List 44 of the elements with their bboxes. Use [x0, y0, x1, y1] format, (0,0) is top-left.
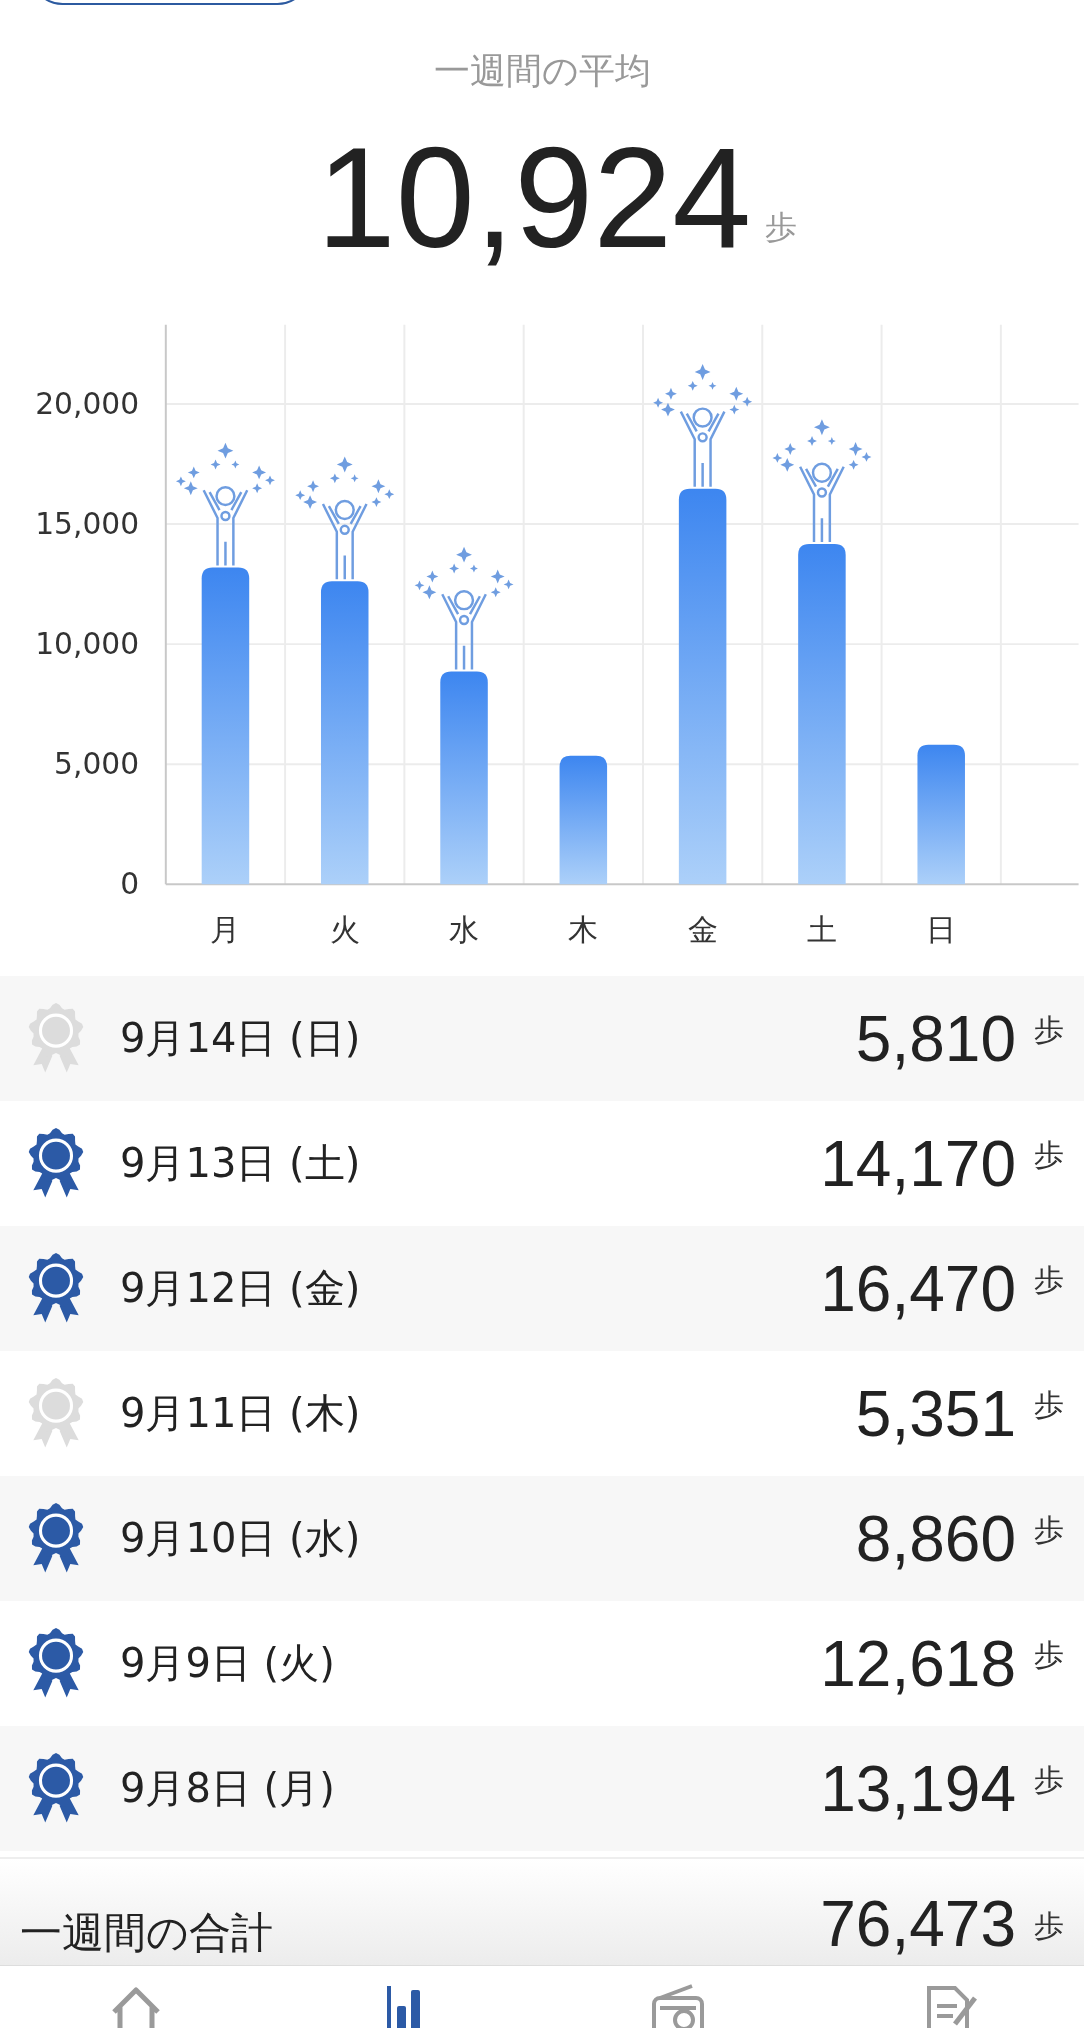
- axis-category-label: 土: [806, 911, 837, 947]
- axis-category-label: 木: [568, 911, 599, 947]
- axis-tick-label: 15,000: [35, 505, 140, 541]
- unit-label: 歩: [1034, 1636, 1064, 1674]
- step-count: 14,170: [820, 1126, 1016, 1201]
- axis-category-label: 水: [449, 911, 480, 947]
- unit-label: 歩: [1034, 1261, 1064, 1299]
- date-label: 9月9日 (火): [120, 1639, 335, 1688]
- date-label: 9月13日 (土): [120, 1139, 361, 1188]
- unit-label: 歩: [1034, 1136, 1064, 1174]
- axis-category-label: 火: [329, 911, 360, 947]
- average-value: 10,924: [316, 122, 752, 272]
- axis-tick-label: 0: [120, 865, 140, 901]
- celebrating-person-icon: [175, 442, 275, 567]
- unit-label: 歩: [1034, 1761, 1064, 1799]
- step-count: 5,351: [855, 1376, 1016, 1451]
- average-label: 一週間の平均: [433, 49, 651, 93]
- step-count: 5,810: [855, 1001, 1016, 1076]
- unit-label: 歩: [765, 206, 798, 248]
- axis-category-label: 月: [210, 911, 241, 947]
- date-label: 9月11日 (木): [120, 1389, 361, 1438]
- celebrating-person-icon: [653, 363, 753, 488]
- unit-label: 歩: [1034, 1011, 1064, 1049]
- total-label: 一週間の合計: [20, 1907, 273, 1959]
- step-count: 16,470: [820, 1251, 1016, 1326]
- axis-tick-label: 10,000: [35, 625, 140, 661]
- step-count: 12,618: [820, 1626, 1016, 1701]
- unit-label: 歩: [1034, 1511, 1064, 1549]
- axis-category-label: 日: [926, 911, 957, 947]
- axis-tick-label: 20,000: [35, 385, 140, 421]
- axis-category-label: 金: [687, 911, 718, 947]
- axis-tick-label: 5,000: [54, 745, 140, 781]
- unit-label: 歩: [1034, 1907, 1064, 1945]
- total-value: 76,473: [820, 1887, 1016, 1961]
- date-label: 9月8日 (月): [120, 1764, 335, 1813]
- date-label: 9月10日 (水): [120, 1514, 361, 1563]
- step-count: 8,860: [855, 1501, 1016, 1576]
- celebrating-person-icon: [295, 456, 395, 581]
- date-label: 9月14日 (日): [120, 1014, 361, 1063]
- date-label: 9月12日 (金): [120, 1264, 361, 1313]
- unit-label: 歩: [1034, 1386, 1064, 1424]
- step-count: 13,194: [820, 1751, 1016, 1826]
- celebrating-person-icon: [772, 418, 872, 543]
- celebrating-person-icon: [414, 546, 514, 671]
